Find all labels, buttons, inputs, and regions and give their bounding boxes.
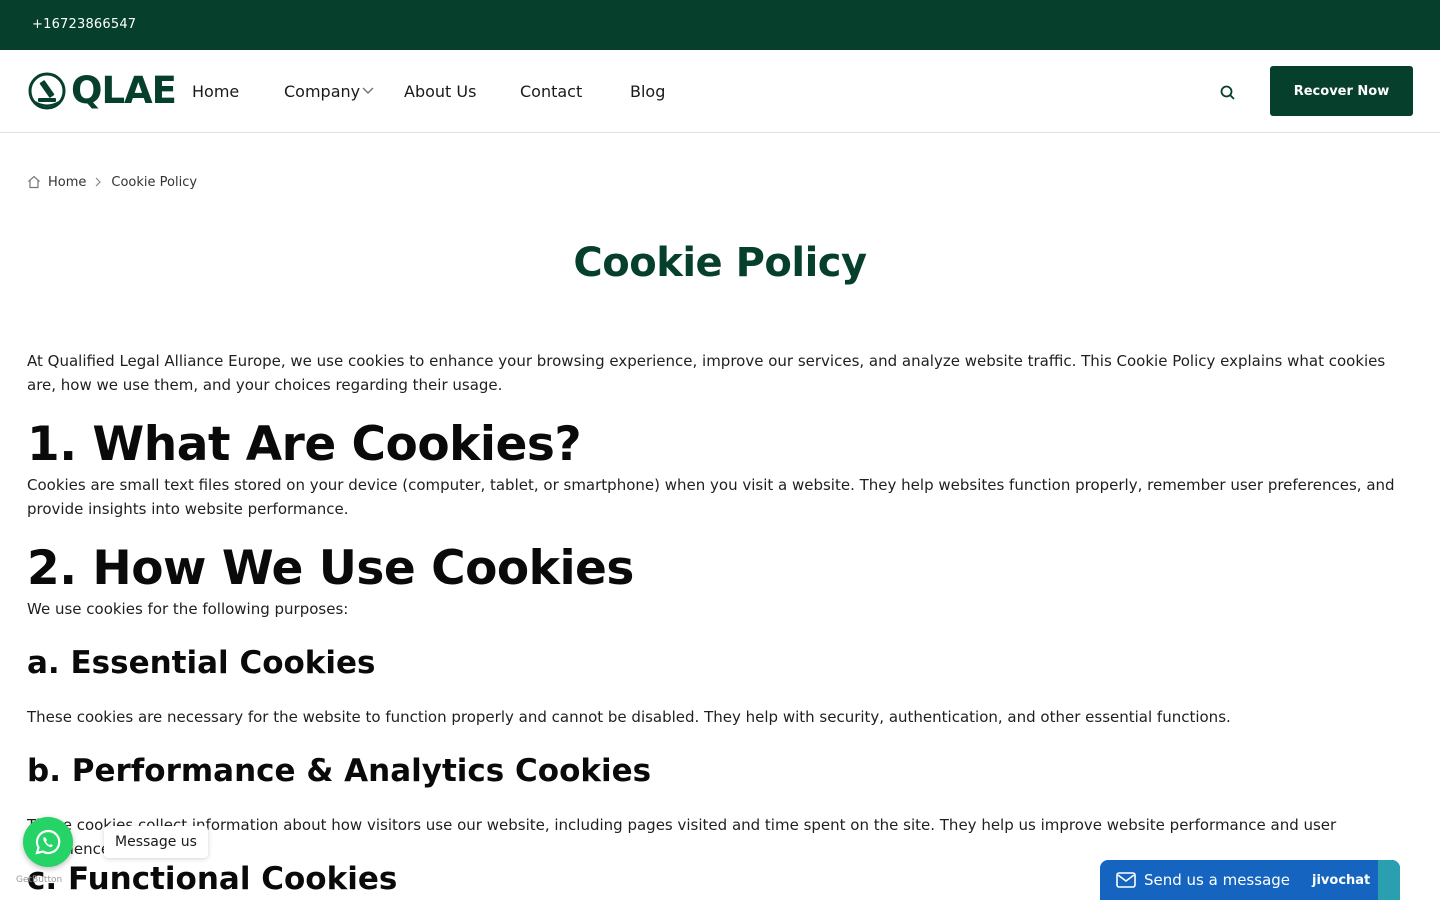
site-logo[interactable]: QLAE (27, 69, 177, 112)
top-bar: +16723866547 (0, 0, 1440, 50)
site-header: QLAE Home Company About Us Contact Blog … (0, 50, 1440, 133)
page-title: Cookie Policy (573, 240, 867, 286)
scales-logo-icon (28, 72, 66, 110)
performance-paragraph: These cookies collect information about … (27, 816, 1337, 858)
subheading-performance: b. Performance & Analytics Cookies (27, 753, 652, 789)
search-icon[interactable] (1219, 84, 1237, 102)
chevron-right-icon (95, 177, 102, 187)
nav-company-label: Company (284, 82, 361, 101)
jivochat-label: Send us a message (1144, 871, 1291, 889)
nav-blog[interactable]: Blog (630, 82, 665, 101)
nav-about-us[interactable]: About Us (404, 82, 476, 101)
jivochat-widget[interactable]: Send us a message jivochat (1100, 860, 1400, 900)
section-heading-how-we-use: 2. How We Use Cookies (27, 541, 634, 596)
whatsapp-message-label[interactable]: Message us (104, 826, 208, 858)
chevron-down-icon (362, 87, 374, 95)
getbutton-attribution[interactable]: GetButton (16, 875, 62, 885)
essential-paragraph: These cookies are necessary for the webs… (27, 708, 1231, 726)
subheading-essential: a. Essential Cookies (27, 645, 376, 681)
how-we-use-paragraph: We use cookies for the following purpose… (27, 600, 349, 618)
breadcrumb-current: Cookie Policy (111, 174, 198, 190)
what-are-cookies-paragraph: Cookies are small text files stored on y… (27, 476, 1395, 518)
nav-home[interactable]: Home (192, 82, 239, 101)
intro-paragraph: At Qualified Legal Alliance Europe, we u… (27, 352, 1386, 394)
jivochat-corner-decoration (1378, 860, 1400, 900)
breadcrumb: Home Cookie Policy (27, 173, 197, 191)
nav-contact[interactable]: Contact (520, 82, 582, 101)
whatsapp-button[interactable] (23, 817, 73, 867)
mail-icon (1116, 872, 1136, 888)
subheading-functional: c. Functional Cookies (27, 861, 398, 897)
recover-now-button[interactable]: Recover Now (1270, 66, 1413, 116)
breadcrumb-home[interactable]: Home (48, 175, 86, 190)
whatsapp-icon (35, 829, 61, 855)
logo-wordmark: QLAE (71, 69, 177, 112)
nav-company[interactable]: Company (284, 82, 374, 101)
section-heading-what-are-cookies: 1. What Are Cookies? (27, 417, 582, 472)
home-icon (28, 175, 40, 189)
phone-number[interactable]: +16723866547 (32, 17, 136, 32)
jivochat-brand: jivochat (1312, 873, 1371, 888)
